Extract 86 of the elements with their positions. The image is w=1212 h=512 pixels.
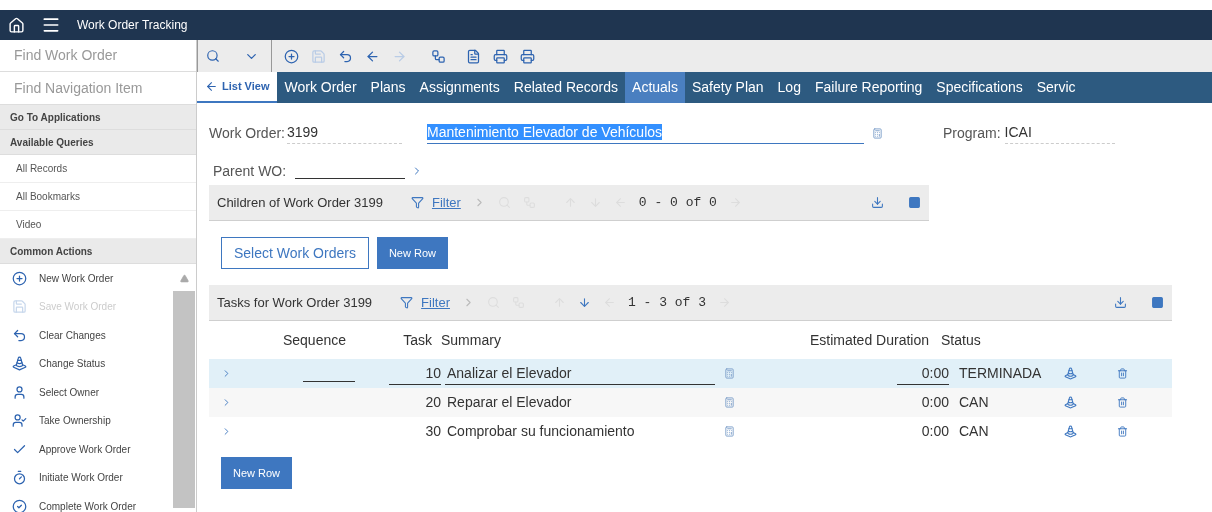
table-row[interactable]: 10 Analizar el Elevador 0:00 TERMINADA [209,359,1172,388]
detail-icon[interactable] [872,127,883,139]
filter-icon[interactable] [400,296,414,309]
scroll-up-icon[interactable] [179,274,189,283]
filter-icon[interactable] [410,196,424,209]
duration-cell-text: 0:00 [920,393,949,412]
action-icon [12,384,27,400]
duration-cell: 0:00 [897,362,949,385]
app-title: Work Order Tracking [77,17,188,34]
action-item[interactable]: Complete Work Order [0,492,172,512]
summary-cell-text: Reparar el Elevador [446,393,573,412]
workflow-icon[interactable] [431,48,446,64]
detail-icon[interactable] [724,426,735,437]
action-item[interactable]: New Work Order [0,264,172,293]
back-arrow-icon [205,80,218,93]
document-icon[interactable] [466,48,481,64]
action-item[interactable]: Clear Changes [0,321,172,350]
filter-link[interactable]: Filter [421,292,450,313]
task-cell-text: 20 [424,393,441,412]
action-item[interactable]: Initiate Work Order [0,463,172,492]
pager-text: 1 - 3 of 3 [628,293,706,312]
delete-icon[interactable] [1117,426,1128,437]
list-view-tab[interactable]: List View [197,72,278,103]
delete-icon[interactable] [1117,368,1128,379]
action-icon [12,327,27,343]
action-icon [12,470,27,486]
status-cell-text: CAN [959,422,990,441]
status-cell-text: TERMINADA [959,364,1043,383]
back-icon[interactable] [365,48,380,64]
status-icon[interactable] [1064,367,1077,380]
status-cell-text: CAN [959,393,990,412]
table-row[interactable]: 20 Reparar el Elevador 0:00 CAN [209,388,1172,417]
field-label: Program: [943,123,1001,143]
panel-icon[interactable] [1151,296,1164,309]
status-icon[interactable] [1064,425,1077,438]
column-header: Sequence [281,330,346,350]
task-cell-text: 30 [424,422,441,441]
task-cell: 10 [389,362,441,385]
action-icon [12,270,27,286]
sidebar-section-header[interactable]: Common Actions [0,239,196,264]
add-icon[interactable] [284,48,299,64]
home-icon[interactable] [8,16,25,34]
summary-cell: Analizar el Elevador [445,362,715,385]
section-title: Children of Work Order 3199 [217,193,383,212]
action-item[interactable]: Approve Work Order [0,435,172,464]
sidebar-item[interactable]: All Records [0,155,196,183]
section-title: Tasks for Work Order 3199 [217,293,373,312]
action-icon [12,356,27,372]
column-header: Task [402,330,432,350]
select-button[interactable]: Select Work Orders [221,237,369,269]
field-label: Parent WO: [213,161,288,181]
download-icon[interactable] [1114,296,1127,309]
work-order-field[interactable]: 3199 [287,122,402,144]
filter-link[interactable]: Filter [431,192,461,213]
detail-icon[interactable] [724,397,735,408]
new-row-button[interactable]: New Row [376,237,448,269]
printer-icon[interactable] [520,48,535,64]
column-header: Status [940,330,981,350]
undo-icon[interactable] [338,48,353,64]
tab[interactable]: Actuals [625,72,685,103]
action-item[interactable]: Select Owner [0,378,172,407]
action-icon [12,413,27,429]
column-header: Summary [440,330,502,350]
pager-text: 0 - 0 of 0 [638,193,717,212]
detail-icon[interactable] [724,368,735,379]
arrow-down-icon[interactable] [578,296,591,309]
summary-cell-text: Comprobar su funcionamiento [446,422,636,441]
sidebar-item[interactable]: All Bookmarks [0,183,196,211]
delete-icon[interactable] [1117,397,1128,408]
column-header: Estimated Duration [808,330,929,350]
action-item[interactable]: Change Status [0,349,172,378]
action-item[interactable]: Take Ownership [0,406,172,435]
field-label: Work Order: [209,123,286,143]
sidebar-section-header[interactable]: Available Queries [0,130,196,155]
printer-icon[interactable] [493,48,508,64]
menu-icon[interactable] [41,15,61,35]
download-icon[interactable] [871,196,884,209]
new-row-button[interactable]: New Row [221,457,293,489]
status-icon[interactable] [1064,396,1077,409]
action-icon [12,498,27,512]
duration-cell-text: 0:00 [920,422,949,441]
search-icon[interactable] [206,49,220,63]
program-field[interactable]: ICAI [1004,122,1115,144]
action-icon [12,299,27,315]
panel-icon[interactable] [908,196,921,209]
sidebar-section-header[interactable]: Go To Applications [0,105,196,130]
